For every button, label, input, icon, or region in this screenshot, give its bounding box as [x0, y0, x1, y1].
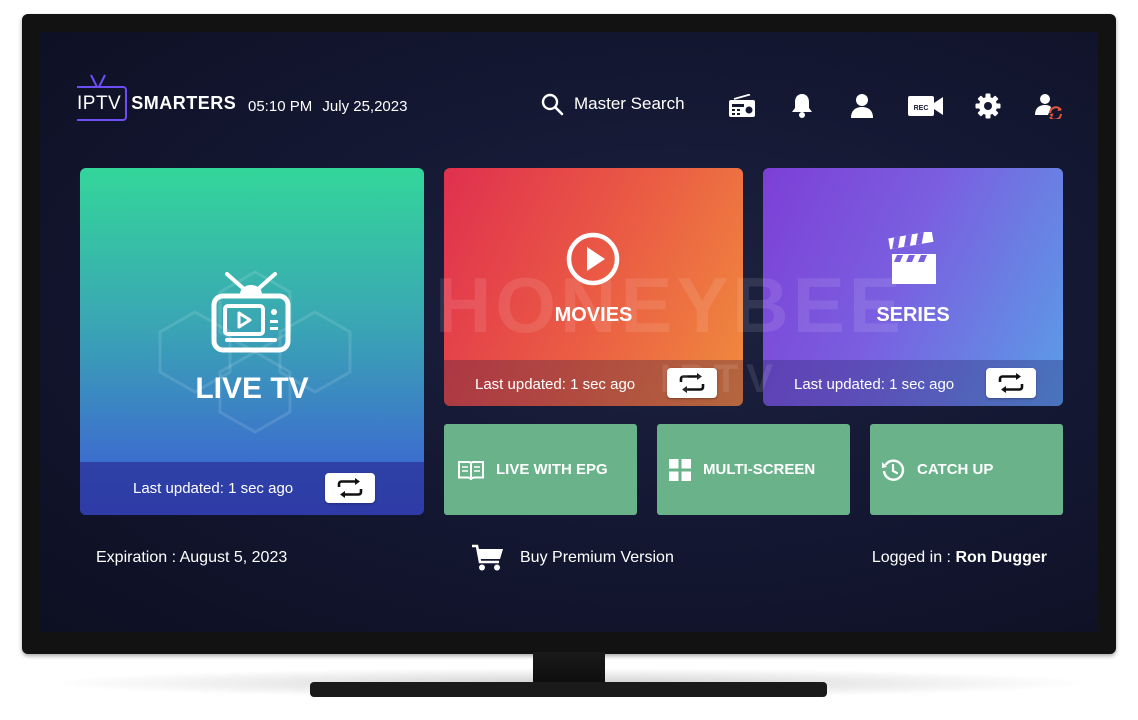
refresh-icon	[337, 478, 363, 498]
recordings-button[interactable]: REC	[908, 90, 944, 122]
movies-tile[interactable]: MOVIES Last updated: 1 sec ago	[444, 168, 743, 406]
clock-date: July 25,2023	[322, 98, 408, 115]
tv-stand-neck	[533, 652, 605, 684]
logo-prefix: IPTV	[77, 92, 122, 114]
refresh-icon	[998, 373, 1024, 393]
rec-icon: REC	[908, 96, 943, 116]
series-title: SERIES	[876, 304, 950, 326]
book-icon	[458, 460, 484, 480]
multi-screen-label: MULTI-SCREEN	[703, 461, 816, 478]
history-icon	[882, 459, 905, 481]
logged-in-user: Ron Dugger	[955, 549, 1047, 566]
live-tv-tile[interactable]: LIVE TV Last updated: 1 sec ago	[80, 168, 424, 515]
series-refresh-button[interactable]	[986, 368, 1036, 398]
master-search-button[interactable]: Master Search	[540, 92, 685, 116]
tv-icon	[211, 272, 291, 353]
expiration-text: Expiration : August 5, 2023	[96, 549, 288, 566]
clapperboard-icon	[888, 232, 936, 284]
tv-stand-base	[310, 682, 827, 697]
bell-icon	[792, 94, 812, 118]
buy-premium-label: Buy Premium Version	[520, 549, 674, 566]
switch-user-icon	[1035, 94, 1062, 119]
series-updated: Last updated: 1 sec ago	[794, 376, 955, 393]
live-with-epg-label: LIVE WITH EPG	[496, 461, 608, 478]
movies-refresh-button[interactable]	[667, 368, 717, 398]
series-tile[interactable]: SERIES Last updated: 1 sec ago	[763, 168, 1063, 406]
buy-premium-button[interactable]: Buy Premium Version	[472, 544, 674, 572]
movies-updated: Last updated: 1 sec ago	[475, 376, 636, 393]
logo-word: SMARTERS	[131, 92, 237, 113]
master-search-label: Master Search	[574, 94, 685, 113]
tv-screen: IPTV SMARTERS 05:10 PM July 25,2023 Mast…	[40, 32, 1098, 632]
user-icon	[851, 94, 873, 118]
cart-icon	[472, 544, 503, 571]
rec-label: REC	[914, 105, 929, 112]
clock-time: 05:10 PM	[248, 98, 313, 115]
logo-box: IPTV	[77, 74, 128, 121]
datetime: 05:10 PM July 25,2023	[248, 98, 407, 115]
live-tv-footer: Last updated: 1 sec ago	[80, 462, 424, 515]
settings-button[interactable]	[972, 90, 1004, 122]
logged-in-label: Logged in :	[871, 549, 951, 566]
radio-icon	[729, 94, 755, 117]
logged-in-info: Logged in : Ron Dugger	[872, 549, 1047, 567]
antenna-icon	[90, 74, 106, 87]
search-icon	[541, 93, 564, 116]
live-tv-title: LIVE TV	[195, 372, 309, 405]
live-with-epg-tile[interactable]: LIVE WITH EPG	[444, 424, 637, 515]
notifications-button[interactable]	[786, 90, 818, 122]
grid-icon	[669, 458, 691, 481]
play-circle-icon	[566, 232, 620, 286]
live-tv-refresh-button[interactable]	[325, 473, 375, 503]
switch-user-button[interactable]	[1032, 90, 1064, 122]
profile-button[interactable]	[846, 90, 878, 122]
app-logo: IPTV SMARTERS	[77, 74, 237, 128]
movies-footer: Last updated: 1 sec ago	[444, 360, 743, 406]
live-tv-updated: Last updated: 1 sec ago	[133, 480, 294, 497]
movies-title: MOVIES	[554, 304, 633, 326]
refresh-icon	[679, 373, 705, 393]
series-footer: Last updated: 1 sec ago	[763, 360, 1063, 406]
gear-icon	[975, 93, 1001, 119]
radio-button[interactable]	[726, 90, 758, 122]
catch-up-tile[interactable]: CATCH UP	[870, 424, 1063, 515]
multi-screen-tile[interactable]: MULTI-SCREEN	[657, 424, 850, 515]
catch-up-label: CATCH UP	[917, 461, 994, 478]
